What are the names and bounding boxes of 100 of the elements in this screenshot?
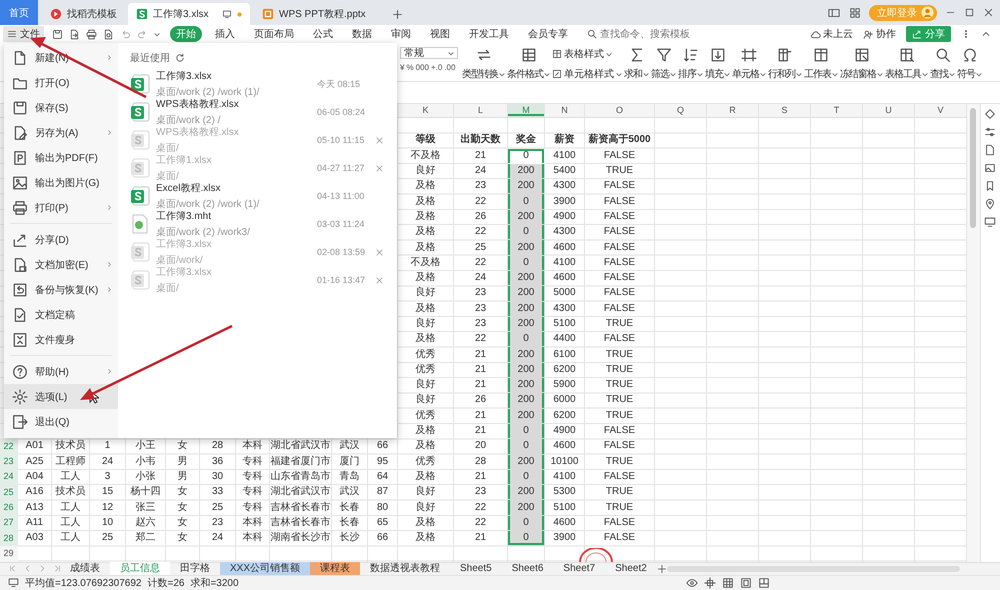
refresh-icon[interactable] <box>175 53 185 63</box>
style-button[interactable]: 单元格样式 <box>552 67 622 81</box>
column-header[interactable]: L <box>454 104 508 117</box>
column-header[interactable]: V <box>915 104 967 117</box>
search-field[interactable]: 查找命令、搜索模板 <box>587 27 690 41</box>
ribbon-button[interactable]: 符号 <box>957 47 982 81</box>
format-button[interactable]: % <box>406 63 414 72</box>
format-button[interactable]: ¥ <box>400 63 404 72</box>
sheet-tab[interactable]: Sheet5 <box>450 562 502 576</box>
document-tab[interactable]: 工作簿3.xlsx <box>128 3 250 25</box>
format-button[interactable]: +.0 <box>430 63 442 72</box>
document-icon[interactable] <box>984 144 996 156</box>
save-icon[interactable] <box>52 28 63 40</box>
diamond-icon[interactable] <box>984 108 996 120</box>
ribbon-button[interactable]: 求和 <box>624 47 649 81</box>
menu-item[interactable]: 输出为图片(G) <box>4 170 118 195</box>
menu-item[interactable]: 文件瘦身 <box>4 327 118 352</box>
number-format-dropdown[interactable]: 常规 <box>400 47 458 59</box>
plus-icon[interactable] <box>656 564 667 574</box>
new-tab-icon[interactable] <box>392 9 403 20</box>
column-header[interactable]: R <box>707 104 759 117</box>
recent-file[interactable]: WPS表格教程.xlsx 桌面/work (2) / 06-05 08:24 <box>130 97 389 125</box>
ribbon-tab[interactable]: 数据 <box>346 26 378 42</box>
ribbon-button[interactable]: 工作表 <box>804 47 838 81</box>
sheet-tab[interactable]: XXX公司销售额 <box>220 562 310 576</box>
eye-icon[interactable] <box>686 576 698 589</box>
ribbon-tab[interactable]: 页面布局 <box>248 26 300 42</box>
remove-icon[interactable] <box>375 276 384 284</box>
column-header[interactable]: K <box>398 104 454 117</box>
menu-item[interactable]: 文档加密(E) <box>4 252 118 277</box>
remove-icon[interactable] <box>375 248 384 256</box>
image-icon[interactable] <box>984 162 996 174</box>
crosshair-icon[interactable] <box>704 576 716 589</box>
column-header[interactable]: Q <box>655 104 707 117</box>
column-header[interactable]: T <box>811 104 863 117</box>
menu-item[interactable]: 保存(S) <box>4 95 118 120</box>
ribbon-tab[interactable]: 插入 <box>209 26 241 42</box>
ribbon-tab[interactable]: 视图 <box>424 26 456 42</box>
location-pin-icon[interactable] <box>984 198 996 210</box>
sheet-tab[interactable]: 课程表 <box>310 562 360 576</box>
normal-view-icon[interactable] <box>722 576 734 589</box>
ribbon-tab[interactable]: 会员专享 <box>522 26 574 42</box>
ribbon-button[interactable]: 排序 <box>678 47 703 81</box>
screen-icon[interactable] <box>984 216 996 228</box>
sheet-tab[interactable]: Sheet7 <box>553 562 606 576</box>
menu-item[interactable]: 帮助(H) <box>4 359 118 384</box>
sheet-tab[interactable]: 田字格 <box>170 562 220 576</box>
close-icon[interactable] <box>983 7 994 18</box>
ribbon-tab[interactable]: 审阅 <box>385 26 417 42</box>
document-tab[interactable]: WPS PPT教程.pptx <box>254 3 380 25</box>
ribbon-button[interactable]: 单元格 <box>732 47 766 81</box>
menu-item[interactable]: 分享(D) <box>4 227 118 252</box>
menu-item[interactable]: 另存为(A) <box>4 120 118 145</box>
printer-icon[interactable] <box>86 28 97 40</box>
sheet-tab[interactable]: Sheet2 <box>605 562 657 576</box>
format-button[interactable]: .00 <box>444 63 456 72</box>
row-number[interactable]: 22 <box>0 439 18 455</box>
menu-item[interactable]: 打印(P) <box>4 195 118 220</box>
row-number[interactable]: 23 <box>0 454 18 470</box>
collaborate-button[interactable]: 协作 <box>863 27 896 41</box>
row-number[interactable]: 29 <box>0 546 18 562</box>
maximize-icon[interactable] <box>964 7 975 18</box>
page-view-icon[interactable] <box>740 576 752 589</box>
row-number[interactable]: 26 <box>0 500 18 516</box>
ribbon-button[interactable]: 填充 <box>705 47 730 81</box>
document-tab[interactable]: 首页 <box>0 0 38 25</box>
menu-item[interactable]: 打开(O) <box>4 70 118 95</box>
menu-item[interactable]: 备份与恢复(K) <box>4 277 118 302</box>
horizontal-scrollbar[interactable] <box>666 566 960 572</box>
menu-item[interactable]: 输出为PDF(F) <box>4 145 118 170</box>
ribbon-button[interactable]: 类型转换 <box>462 47 505 81</box>
vertical-scrollbar[interactable] <box>967 104 980 562</box>
sheet-tab[interactable]: 成绩表 <box>60 562 110 576</box>
format-button[interactable]: 000 <box>416 63 429 72</box>
ribbon-button[interactable]: 查找 <box>930 47 955 81</box>
row-number[interactable]: 27 <box>0 516 18 532</box>
remove-icon[interactable] <box>375 164 384 172</box>
column-header[interactable]: M <box>508 104 545 117</box>
apps-grid-icon[interactable] <box>849 6 861 18</box>
recent-file[interactable]: Excel教程.xlsx 桌面/work (2) /work (1)/ 04-13 11:00 <box>130 181 389 209</box>
sheet-tab[interactable]: 数据透视表教程 <box>360 562 450 576</box>
sliders-icon[interactable] <box>984 126 996 138</box>
column-header[interactable]: U <box>863 104 915 117</box>
ribbon-button[interactable]: 条件格式 <box>507 47 550 81</box>
menu-item[interactable]: 退出(Q) <box>4 409 118 434</box>
column-header[interactable]: S <box>759 104 811 117</box>
document-tab[interactable]: 找稻壳模板 <box>42 3 124 25</box>
cloud-button[interactable]: 未上云 <box>810 27 853 41</box>
column-header[interactable]: O <box>585 104 655 117</box>
remove-icon[interactable] <box>375 136 384 144</box>
export-icon[interactable] <box>69 28 80 40</box>
ribbon-button[interactable]: 行和列 <box>768 47 802 81</box>
sheet-tab[interactable]: Sheet6 <box>502 562 554 576</box>
layout-icon[interactable] <box>827 6 841 18</box>
style-button[interactable]: 表格样式 <box>552 47 622 61</box>
row-number[interactable]: 24 <box>0 470 18 486</box>
menu-item[interactable]: 文档定稿 <box>4 302 118 327</box>
ribbon-tab[interactable]: 开发工具 <box>463 26 515 42</box>
recent-file[interactable]: 工作簿3.xlsx 桌面/work (2) /work (1)/ 今天 08:15 <box>130 69 389 97</box>
menu-item[interactable]: 选项(L) <box>4 384 118 409</box>
